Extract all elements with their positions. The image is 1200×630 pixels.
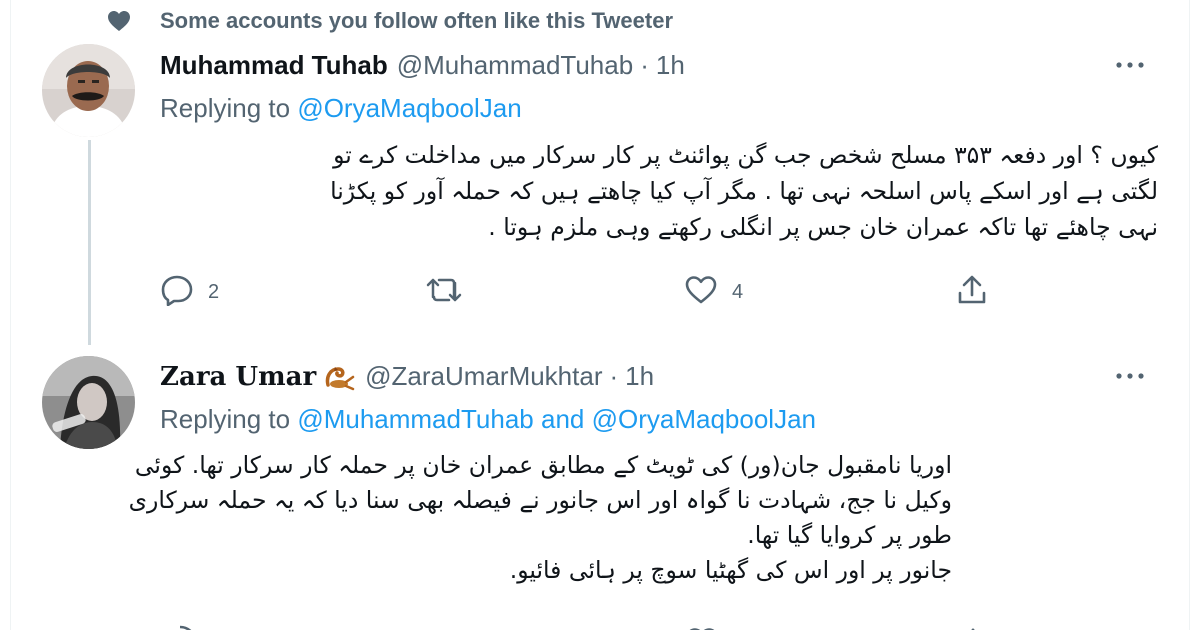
scorpion-emoji-icon: [322, 363, 356, 391]
display-name[interactable]: Muhammad Tuhab: [160, 50, 388, 81]
replying-to: Replying to @OryaMaqboolJan: [160, 93, 522, 124]
tweet-time[interactable]: 1h: [656, 50, 685, 81]
reply-button[interactable]: 2: [160, 272, 219, 312]
tweet-text-line: اوریا نامقبول جان(ور) کی ٹویٹ کے مطابق ع…: [134, 451, 952, 479]
tweet-body: اوریا نامقبول جان(ور) کی ٹویٹ کے مطابق ع…: [129, 448, 952, 588]
tweet-body: کیوں ؟ اور دفعہ ۳۵۳ مسلح شخص جب گن پوائن…: [330, 137, 1158, 245]
retweet-button[interactable]: [425, 272, 477, 312]
reply-count: 2: [208, 280, 220, 303]
mention-joiner: and: [540, 404, 585, 434]
replying-prefix: Replying to: [160, 404, 291, 434]
timeline-right-border: [1189, 0, 1190, 630]
retweet-icon: [425, 275, 463, 310]
thread-connector-line: [88, 140, 91, 345]
like-icon: [685, 624, 719, 630]
like-button[interactable]: 4: [684, 272, 743, 312]
more-icon: [1115, 56, 1145, 74]
retweet-icon: [425, 624, 463, 630]
user-handle[interactable]: @ZaraUmarMukhtar: [365, 361, 602, 392]
separator-dot: ·: [609, 361, 619, 391]
avatar-zara-umar[interactable]: [42, 356, 135, 449]
reply-icon: [163, 624, 197, 630]
tweet-text-line: لگتی ہے اور اسکے پاس اسلحہ نہی تھا . مگر…: [330, 177, 1158, 205]
display-name[interactable]: 𝐙𝐚𝐫𝐚 𝐔𝐦𝐚𝐫: [160, 362, 316, 392]
tweet-text-line: نہی چاھئے تھا تاکہ عمران خان جس پر انگلی…: [488, 213, 1158, 241]
social-context-text: Some accounts you follow often like this…: [160, 8, 674, 33]
social-context: Some accounts you follow often like this…: [105, 6, 673, 36]
replying-to: Replying to @MuhammadTuhab and @OryaMaqb…: [160, 404, 816, 435]
mention-link[interactable]: @OryaMaqboolJan: [592, 404, 816, 434]
more-options-button[interactable]: [1112, 365, 1148, 387]
share-icon: [957, 624, 989, 630]
like-count: 4: [732, 280, 744, 303]
reply-icon: [160, 274, 194, 311]
tweet-text-line: جانور پر اور اس کی گھٹیا سوچ پر ہائی فائ…: [509, 556, 952, 584]
tweet-actions: 2 4: [160, 272, 1020, 312]
user-handle[interactable]: @MuhammadTuhab: [397, 50, 633, 81]
tweet-text-line: طور پر کروایا گیا تھا.: [747, 521, 952, 549]
timeline-left-border: [10, 0, 11, 630]
like-icon: [684, 275, 718, 310]
more-icon: [1115, 367, 1145, 385]
avatar-muhammad-tuhab[interactable]: [42, 44, 135, 137]
tweet-text-line: کیوں ؟ اور دفعہ ۳۵۳ مسلح شخص جب گن پوائن…: [333, 141, 1158, 169]
mention-link[interactable]: @OryaMaqboolJan: [297, 93, 521, 123]
heart-icon: [105, 7, 133, 35]
tweet-actions-partial: [0, 620, 1200, 630]
tweet-header: 𝐙𝐚𝐫𝐚 𝐔𝐦𝐚𝐫 @ZaraUmarMukhtar · 1h: [160, 361, 654, 392]
share-button[interactable]: [956, 272, 988, 312]
tweet-text-line: وکیل نا جج، شہادت نا گواہ اور اس جانور ن…: [128, 486, 952, 514]
share-icon: [956, 274, 988, 311]
tweet-time[interactable]: 1h: [625, 361, 654, 392]
mention-link[interactable]: @MuhammadTuhab: [297, 404, 533, 434]
more-options-button[interactable]: [1112, 54, 1148, 76]
tweet-header: Muhammad Tuhab @MuhammadTuhab · 1h: [160, 50, 685, 81]
separator-dot: ·: [640, 50, 649, 80]
replying-prefix: Replying to: [160, 93, 291, 123]
